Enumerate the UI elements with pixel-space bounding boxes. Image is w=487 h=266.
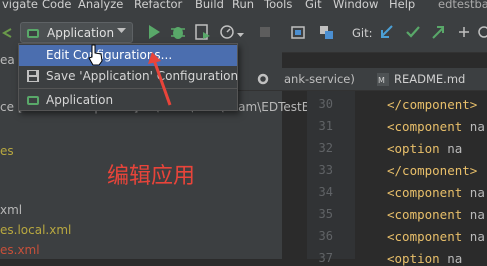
chevron-down-icon[interactable]: [237, 33, 244, 38]
code-line: <component na: [387, 185, 485, 200]
panel-header-text: ea: [0, 53, 15, 67]
markdown-file-icon: M: [377, 73, 389, 86]
popup-separator: [19, 88, 237, 89]
code-line: </component>: [387, 163, 478, 178]
project-structure-icon[interactable]: [291, 24, 307, 40]
menu-refactor[interactable]: Refactor: [134, 0, 182, 10]
hand-cursor-icon: [88, 44, 103, 66]
save-configuration-item[interactable]: Save 'Application' Configuration: [19, 66, 238, 87]
code-line: <option na: [387, 141, 463, 156]
coverage-icon[interactable]: [195, 24, 211, 40]
application-config-icon: [27, 96, 39, 105]
git-rollback-icon[interactable]: [476, 24, 487, 40]
settings-icon[interactable]: [318, 24, 334, 40]
menu-analyze[interactable]: Analyze: [78, 0, 123, 10]
gear-icon[interactable]: [256, 72, 270, 86]
menu-bar: vigate Code Analyze Refactor Build Run T…: [0, 0, 487, 14]
svg-text:M: M: [378, 76, 385, 85]
run-configuration-dropdown[interactable]: Application: [20, 22, 133, 43]
code-editor[interactable]: </component> <component na <option na </…: [355, 91, 487, 266]
git-commit-icon[interactable]: [405, 24, 421, 40]
annotation-arrow-icon: [148, 52, 172, 106]
edit-configurations-item[interactable]: Edit Configurations...: [19, 45, 237, 66]
menu-navigate[interactable]: vigate: [2, 0, 38, 10]
code-line: <component na: [387, 119, 485, 134]
stop-icon[interactable]: [257, 24, 273, 40]
project-title: edtestba: [438, 0, 487, 11]
menu-code[interactable]: Code: [42, 0, 71, 10]
tab-readme[interactable]: README.md: [394, 72, 465, 86]
application-config-item[interactable]: Application: [19, 90, 237, 111]
tree-item[interactable]: es.local.xml: [0, 223, 71, 237]
menu-help[interactable]: Help: [389, 0, 415, 10]
debug-icon[interactable]: [170, 24, 186, 40]
line-number: 37: [318, 251, 333, 265]
line-number: 32: [318, 141, 333, 155]
menu-git[interactable]: Git: [305, 0, 322, 10]
line-number: 35: [318, 207, 333, 221]
line-number: 33: [318, 163, 333, 177]
run-config-label: Application: [47, 26, 115, 40]
code-line: </component>: [387, 97, 478, 112]
editor-tabs: ank-service) M README.md: [282, 68, 487, 91]
code-line: <component na: [387, 207, 485, 222]
annotation-text: 编辑应用: [107, 164, 196, 189]
tree-item[interactable]: es.xml: [0, 243, 40, 257]
line-number: 36: [318, 229, 333, 243]
tree-item[interactable]: es: [0, 144, 14, 158]
tree-item[interactable]: xml: [0, 203, 22, 217]
git-push-icon[interactable]: [430, 24, 446, 40]
code-line: <component na: [387, 229, 485, 244]
profile-icon[interactable]: [220, 24, 236, 40]
back-arrow-icon[interactable]: [2, 27, 18, 43]
git-history-icon[interactable]: [456, 24, 472, 40]
tab-bank-service[interactable]: ank-service): [284, 72, 355, 86]
menu-build[interactable]: Build: [195, 0, 224, 10]
run-config-popup: Edit Configurations... Save 'Application…: [18, 43, 238, 111]
menu-run[interactable]: Run: [232, 0, 254, 10]
line-number: 34: [318, 185, 333, 199]
git-label: Git:: [352, 26, 373, 40]
line-number: 30: [318, 97, 333, 111]
menu-tools[interactable]: Tools: [264, 0, 292, 10]
menu-window[interactable]: Window: [333, 0, 378, 10]
application-config-icon: [27, 29, 39, 38]
panel-header-tools: [236, 68, 282, 91]
save-icon: [27, 70, 39, 82]
git-update-icon[interactable]: [379, 24, 395, 40]
line-number: 31: [318, 119, 333, 133]
run-icon[interactable]: [146, 24, 162, 40]
line-number-gutter: 30 31 32 33 34 35 36 37: [307, 91, 355, 265]
chevron-down-icon: [117, 28, 126, 33]
